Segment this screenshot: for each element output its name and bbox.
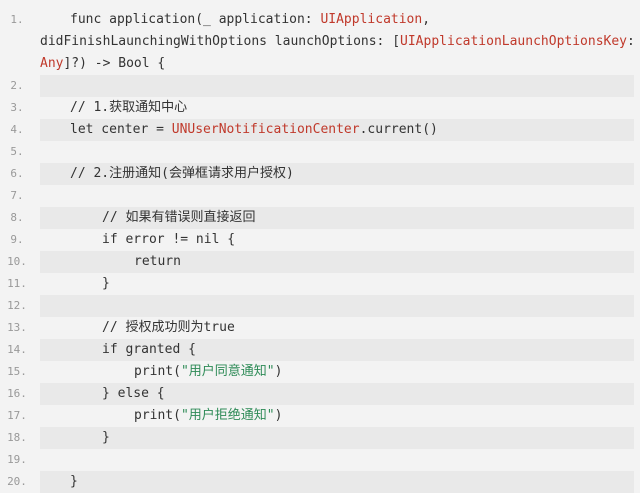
line-number: 10. xyxy=(7,255,27,268)
code-text xyxy=(40,449,634,471)
line-number: 16. xyxy=(7,387,27,400)
code-text xyxy=(40,141,634,163)
code-token: UIApplicationLaunchOptionsKey xyxy=(400,34,628,49)
wrapped-code-text: didFinishLaunchingWithOptions launchOpti… xyxy=(40,31,635,53)
line-number: 15. xyxy=(7,365,27,378)
code-token: UNUserNotificationCenter xyxy=(171,122,360,137)
code-text: if error != nil { xyxy=(40,229,634,251)
line-number: 7. xyxy=(10,189,24,202)
line-number: 1. xyxy=(10,13,24,26)
code-line: 8. // 如果有错误则直接返回 xyxy=(0,207,640,229)
line-number: 6. xyxy=(10,167,24,180)
line-number: 12. xyxy=(7,299,27,312)
code-token: "用户同意通知" xyxy=(180,364,275,379)
code-token: ) xyxy=(274,408,283,423)
code-line: 18.} xyxy=(0,427,640,449)
code-token: .current() xyxy=(359,122,438,137)
code-token: // 如果有错误则直接返回 xyxy=(102,210,256,225)
code-line: 7. xyxy=(0,185,640,207)
code-text xyxy=(40,75,634,97)
line-number: 11. xyxy=(7,277,27,290)
code-token: ]?) -> xyxy=(63,56,119,71)
code-token: { xyxy=(149,56,166,71)
code-text: print("用户同意通知") xyxy=(40,361,634,383)
code-text: return xyxy=(40,251,634,273)
code-token: ) xyxy=(274,364,283,379)
code-line: 9. if error != nil { xyxy=(0,229,640,251)
code-token: "用户拒绝通知" xyxy=(180,408,275,423)
code-line: 13. // 授权成功则为true xyxy=(0,317,640,339)
code-token: } xyxy=(70,474,78,489)
code-text: // 授权成功则为true xyxy=(40,317,634,339)
code-token: didFinishLaunchingWithOptions launchOpti… xyxy=(40,34,401,49)
code-token: if error != nil { xyxy=(102,232,236,247)
code-token: Any xyxy=(40,56,64,71)
wrapped-code-text: Any]?) -> Bool { xyxy=(40,53,635,75)
code-token: : xyxy=(627,34,635,49)
code-text xyxy=(40,295,634,317)
code-line: 16. } else { xyxy=(0,383,640,405)
line-number: 17. xyxy=(7,409,27,422)
code-text: } xyxy=(40,427,634,449)
line-number: 8. xyxy=(10,211,24,224)
code-text: // 如果有错误则直接返回 xyxy=(40,207,634,229)
code-text: let center = UNUserNotificationCenter.cu… xyxy=(40,119,634,141)
code-text: } else { xyxy=(40,383,634,405)
code-text: } xyxy=(40,273,634,295)
code-line: 2. xyxy=(0,75,640,97)
code-token: } xyxy=(102,430,110,445)
code-token: // 授权成功则为true xyxy=(102,320,235,335)
code-line: 1. func application(_ application: UIAppl… xyxy=(0,9,640,75)
code-line: 5. xyxy=(0,141,640,163)
line-number: 4. xyxy=(10,123,24,136)
code-line: 10. return xyxy=(0,251,640,273)
code-token: , xyxy=(422,12,431,27)
line-number: 9. xyxy=(10,233,24,246)
code-line: 19. xyxy=(0,449,640,471)
line-number: 20. xyxy=(7,475,27,488)
code-text: func application(_ application: UIApplic… xyxy=(40,9,635,75)
code-token: if granted { xyxy=(102,342,196,357)
code-token: } xyxy=(102,276,110,291)
code-line: 15. print("用户同意通知") xyxy=(0,361,640,383)
code-token: Bool xyxy=(118,56,150,71)
code-token: print( xyxy=(134,364,181,379)
code-token: // 1.获取通知中心 xyxy=(70,100,188,115)
code-text: } xyxy=(40,471,634,493)
code-line: 4. let center = UNUserNotificationCenter.… xyxy=(0,119,640,141)
line-number: 14. xyxy=(7,343,27,356)
line-number: 2. xyxy=(10,79,24,92)
code-line: 11.} xyxy=(0,273,640,295)
code-text xyxy=(40,185,634,207)
code-line: 20.} xyxy=(0,471,640,493)
code-line: 17. print("用户拒绝通知") xyxy=(0,405,640,427)
line-number: 19. xyxy=(7,453,27,466)
line-number: 18. xyxy=(7,431,27,444)
code-text: print("用户拒绝通知") xyxy=(40,405,634,427)
line-number: 3. xyxy=(10,101,24,114)
code-block: 1. func application(_ application: UIAppl… xyxy=(0,0,640,493)
code-text: // 2.注册通知(会弹框请求用户授权) xyxy=(40,163,634,185)
line-number: 5. xyxy=(10,145,24,158)
code-token: return xyxy=(134,254,181,269)
code-text: if granted { xyxy=(40,339,634,361)
code-line: 12. xyxy=(0,295,640,317)
code-token: UIApplication xyxy=(320,12,423,27)
code-token: func application(_ application: xyxy=(70,12,321,27)
code-token: print( xyxy=(134,408,181,423)
code-line: 14. if granted { xyxy=(0,339,640,361)
code-line: 6. // 2.注册通知(会弹框请求用户授权) xyxy=(0,163,640,185)
code-token: } else { xyxy=(102,386,165,401)
code-token: // 2.注册通知(会弹框请求用户授权) xyxy=(70,166,294,181)
line-number: 13. xyxy=(7,321,27,334)
code-token: let center = xyxy=(70,122,172,137)
code-line: 3. // 1.获取通知中心 xyxy=(0,97,640,119)
code-text: // 1.获取通知中心 xyxy=(40,97,634,119)
